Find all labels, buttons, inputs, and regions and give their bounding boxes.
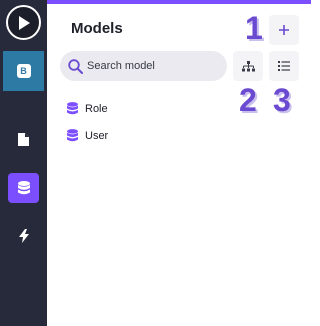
file-icon: [18, 133, 29, 146]
bolt-icon: [18, 228, 29, 243]
diagram-view-button[interactable]: [233, 51, 263, 81]
plus-icon: [279, 25, 289, 35]
search-icon: [68, 58, 83, 74]
list-view-button[interactable]: [269, 51, 299, 81]
annotation-1: 1: [245, 10, 263, 46]
functions-button[interactable]: [10, 222, 37, 249]
top-accent-bar: [47, 0, 311, 4]
models-panel: Models 1 2 3: [47, 0, 311, 326]
model-item-user[interactable]: User: [67, 122, 227, 149]
annotation-3: 3: [273, 82, 291, 118]
models-button[interactable]: [8, 173, 39, 203]
model-item-label: Role: [85, 102, 108, 115]
model-list: Role User: [67, 95, 227, 149]
files-button[interactable]: [10, 126, 37, 153]
search-input[interactable]: [87, 60, 212, 72]
page-title: Models: [71, 20, 123, 37]
play-button[interactable]: [6, 5, 41, 40]
sidebar: B: [0, 0, 47, 326]
play-icon: [18, 15, 30, 30]
database-icon: [67, 102, 78, 115]
model-item-role[interactable]: Role: [67, 95, 227, 122]
logo-letter: B: [20, 66, 27, 76]
list-icon: [278, 61, 290, 71]
annotation-2: 2: [239, 82, 257, 118]
database-icon: [17, 181, 30, 195]
database-icon: [67, 129, 78, 142]
logo-icon: B: [16, 64, 31, 78]
logo-button[interactable]: B: [3, 51, 44, 91]
search-box[interactable]: [60, 51, 227, 81]
model-item-label: User: [85, 129, 109, 142]
hierarchy-icon: [241, 60, 255, 71]
add-model-button[interactable]: [269, 15, 299, 45]
